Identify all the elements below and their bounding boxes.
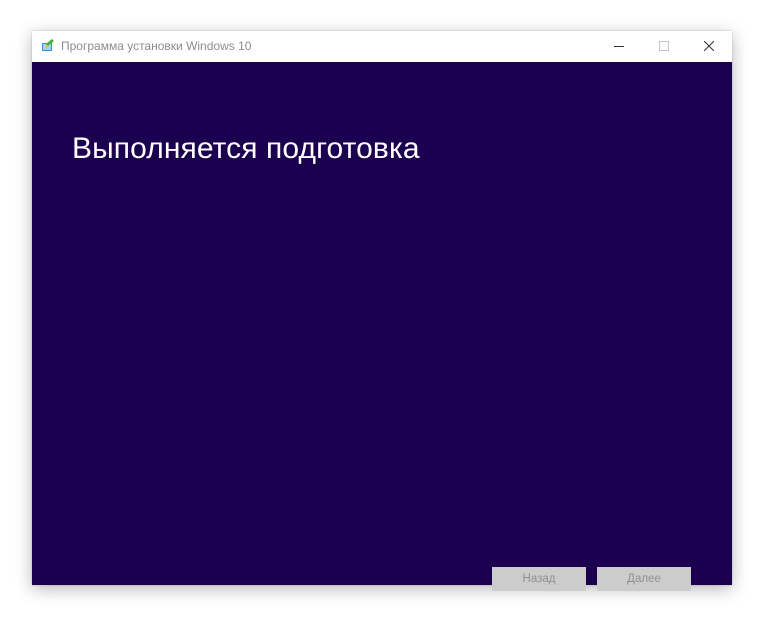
minimize-icon [614, 38, 624, 56]
next-button[interactable]: Далее [597, 567, 691, 591]
back-button[interactable]: Назад [492, 567, 586, 591]
windows-setup-icon [41, 38, 55, 52]
maximize-icon [659, 38, 669, 56]
close-icon [703, 38, 715, 56]
maximize-button[interactable] [641, 31, 687, 62]
page-title: Выполняется подготовка [72, 132, 420, 165]
title-bar[interactable]: Программа установки Windows 10 [32, 31, 732, 62]
window-title: Программа установки Windows 10 [61, 39, 252, 53]
setup-window: Программа установки Windows 10 Выполняет… [32, 31, 732, 591]
close-button[interactable] [686, 31, 732, 62]
minimize-button[interactable] [596, 31, 642, 62]
setup-content: Выполняется подготовка Назад Далее [32, 62, 732, 591]
